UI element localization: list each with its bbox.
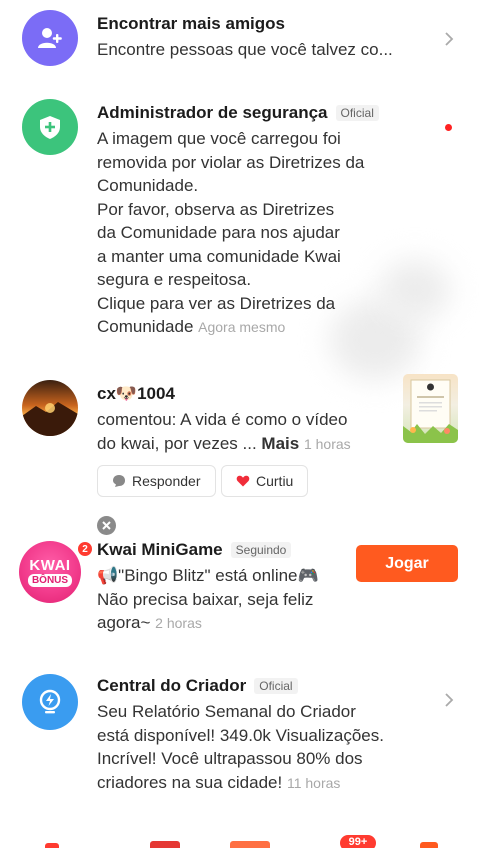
- shield-plus-icon: [40, 116, 60, 139]
- timestamp: 11 horas: [286, 774, 341, 791]
- guidelines-link[interactable]: Comunidade: [97, 317, 193, 336]
- comment-text: comentou: A vida é como o vídeo do kwai,…: [97, 410, 351, 453]
- partial-icon: [230, 841, 270, 848]
- notification-creator-center[interactable]: Central do Criador Oficial Seu Relatório…: [0, 672, 480, 807]
- lightning-icon: [39, 689, 61, 714]
- creator-center-title: Central do Criador: [97, 676, 247, 695]
- play-button[interactable]: Jogar: [356, 545, 458, 582]
- speech-bubble-icon: [113, 475, 125, 487]
- timestamp: 1 horas: [303, 435, 351, 452]
- security-avatar: [22, 99, 78, 155]
- sunset-photo-icon: [22, 402, 78, 436]
- security-title: Administrador de segurança: [97, 103, 328, 122]
- notification-count-badge: 99+: [340, 835, 376, 848]
- find-friends-title: Encontrar mais amigos: [97, 14, 286, 33]
- creator-center-avatar: [22, 674, 78, 730]
- heart-icon: [236, 475, 250, 487]
- kwai-bonus-label: BÔNUS: [27, 573, 73, 587]
- bottom-cut-off-row: 99+: [0, 835, 480, 848]
- kwai-bonus-avatar[interactable]: KWAI BÔNUS: [19, 541, 81, 603]
- partial-icon: [150, 841, 180, 848]
- notification-find-friends[interactable]: Encontrar mais amigos Encontre pessoas q…: [0, 0, 480, 80]
- find-friends-text: Encontre pessoas que você talvez co...: [97, 40, 393, 59]
- more-link[interactable]: Mais: [261, 434, 299, 453]
- creator-report-text: Seu Relatório Semanal do Criador está di…: [97, 702, 384, 792]
- partial-icon: [420, 842, 438, 848]
- video-thumbnail[interactable]: [403, 374, 458, 443]
- kwai-bonus-logo-text: KWAI: [29, 556, 71, 574]
- timestamp: Agora mesmo: [198, 319, 286, 335]
- notification-security-admin[interactable]: Administrador de segurança Oficial A ima…: [0, 95, 480, 355]
- official-tag: Oficial: [254, 678, 298, 694]
- minigame-title: Kwai MiniGame: [97, 540, 223, 559]
- liked-button[interactable]: Curtiu: [221, 465, 309, 497]
- unread-dot: [445, 124, 452, 131]
- unread-count-badge: 2: [77, 541, 93, 557]
- certificate-thumbnail-icon: [403, 379, 458, 443]
- commenter-name[interactable]: cx🐶1004: [97, 384, 175, 404]
- user-avatar[interactable]: [22, 380, 78, 436]
- close-icon[interactable]: [97, 516, 116, 535]
- find-friends-avatar: [22, 10, 78, 66]
- minigame-text: 📢"Bingo Blitz" está online🎮 Não precisa …: [97, 566, 319, 632]
- chevron-right-icon[interactable]: [440, 30, 458, 48]
- following-tag: Seguindo: [230, 542, 292, 558]
- chevron-right-icon[interactable]: [440, 691, 458, 709]
- security-message: A imagem que você carregou foi removida …: [97, 129, 365, 336]
- timestamp: 2 horas: [155, 615, 202, 631]
- official-tag: Oficial: [335, 105, 379, 121]
- add-friends-icon: [38, 28, 62, 48]
- partial-icon: [45, 843, 59, 848]
- reply-button[interactable]: Responder: [97, 465, 216, 497]
